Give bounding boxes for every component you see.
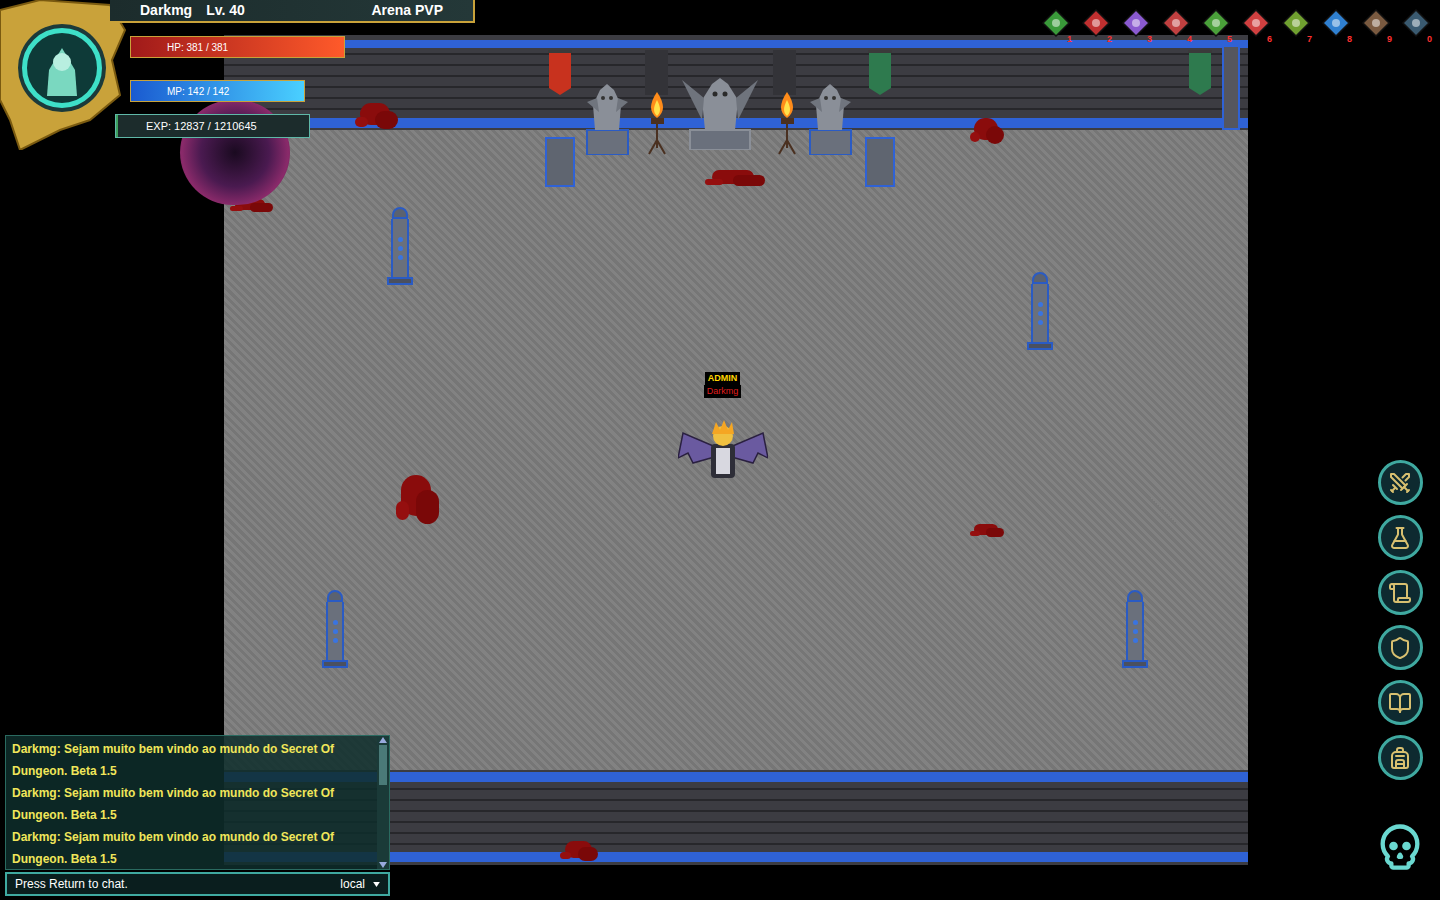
channel-select[interactable]: local [340,875,380,893]
hotbar-slot[interactable]: 6 [1241,8,1272,42]
hotbar-key: 3 [1147,34,1152,44]
torch-icon [645,90,670,155]
pedestal [545,137,575,187]
blood-splatter [396,460,446,535]
stone-pillar [387,207,413,285]
item-icon [1041,8,1071,38]
menu-button[interactable] [1378,735,1423,780]
blood-splatter [560,835,605,865]
item-icon [1201,8,1231,38]
stone-pillar [1027,272,1053,350]
hotbar-key: 7 [1307,34,1312,44]
hotbar-slot[interactable]: 8 [1321,8,1352,42]
hotbar-slot[interactable]: 9 [1361,8,1392,42]
hotbar-key: 8 [1347,34,1352,44]
wall-pillar [773,50,796,95]
game-screen: ADMINDarkmgDarkmgLv. 40Arena PVPHP: 381 … [0,0,1440,900]
emblem-icon [1374,820,1426,872]
avatar-icon [37,40,87,96]
hotbar-key: 2 [1107,34,1112,44]
item-icon [1321,8,1351,38]
stone-pillar [1122,590,1148,668]
hotbar: 1 2 3 4 5 6 7 8 9 0 [1041,8,1432,42]
hotbar-slot[interactable]: 0 [1401,8,1432,42]
mp-bar: MP: 142 / 142 [130,80,305,102]
gargoyle-statue-icon [680,70,760,150]
item-icon [1241,8,1271,38]
banner-icon [868,50,892,95]
hotbar-slot[interactable]: 2 [1081,8,1112,42]
item-icon [1121,8,1151,38]
menu-button[interactable] [1378,680,1423,725]
torch-icon [775,90,800,155]
item-icon [1361,8,1391,38]
wall-pillar [645,50,668,95]
wall-pillar [1222,45,1240,130]
chat-box: Darkmg: Sejam muito bem vindo ao mundo d… [5,735,390,896]
side-menu [1370,460,1430,883]
player[interactable]: ADMINDarkmg [670,372,775,483]
hotbar-slot[interactable]: 5 [1201,8,1232,42]
player-hud: Darkmg Lv. 40 Arena PVP HP: 381 / 381 MP: 14… [0,0,480,150]
item-icon [1401,8,1431,38]
exp-bar: EXP: 12837 / 1210645 [115,114,310,138]
chat-message: Darkmg: Sejam muito bem vindo ao mundo d… [12,782,377,826]
item-icon [1281,8,1311,38]
map-name: Arena PVP [371,0,443,21]
pedestal [865,137,895,187]
hotbar-key: 0 [1427,34,1432,44]
hotbar-slot[interactable]: 1 [1041,8,1072,42]
item-icon [1081,8,1111,38]
menu-icon [1388,691,1412,715]
menu-button[interactable] [1378,515,1423,560]
hotbar-slot[interactable]: 7 [1281,8,1312,42]
menu-icon [1388,471,1412,495]
chat-message: Darkmg: Sejam muito bem vindo ao mundo d… [12,738,377,782]
chat-message: Darkmg: Sejam muito bem vindo ao mundo d… [12,826,377,870]
hotbar-slot[interactable]: 4 [1161,8,1192,42]
player-sprite-icon [678,418,768,483]
menu-icon [1388,746,1412,770]
blood-splatter [970,110,1010,150]
menu-button[interactable] [1378,570,1423,615]
scroll-up-icon[interactable] [379,737,387,743]
player-name: Darkmg [704,385,742,398]
banner-icon [548,50,572,95]
hotbar-key: 6 [1267,34,1272,44]
hotbar-slot[interactable]: 3 [1121,8,1152,42]
blood-splatter [705,165,775,190]
menu-button[interactable] [1378,625,1423,670]
menu-icon [1388,636,1412,660]
stone-pillar [322,590,348,668]
hotbar-key: 5 [1227,34,1232,44]
exp-label: EXP: 12837 / 1210645 [116,118,257,135]
hp-label: HP: 381 / 381 [167,40,228,55]
item-icon [1161,8,1191,38]
chat-input[interactable]: Press Return to chat.local [5,872,390,896]
player-tag: ADMIN [705,372,741,385]
statue-icon [585,80,630,155]
mp-label: MP: 142 / 142 [167,84,229,99]
portrait[interactable] [22,28,102,108]
banner-icon [1188,50,1212,95]
chat-scrollbar[interactable] [377,736,389,869]
main-menu-button[interactable] [1370,808,1430,883]
menu-button[interactable] [1378,460,1423,505]
hp-bar: HP: 381 / 381 [130,36,345,58]
name-bar: Darkmg Lv. 40 Arena PVP [110,0,475,23]
menu-icon [1388,526,1412,550]
blood-splatter [970,520,1010,540]
player-level: Lv. 40 [206,0,245,21]
hotbar-key: 9 [1387,34,1392,44]
scroll-down-icon[interactable] [379,862,387,868]
hotbar-key: 4 [1187,34,1192,44]
chat-log: Darkmg: Sejam muito bem vindo ao mundo d… [5,735,390,870]
menu-icon [1388,581,1412,605]
blood-splatter [355,95,405,135]
player-name: Darkmg [140,0,192,21]
dropdown-arrow-icon [373,882,380,887]
chat-placeholder: Press Return to chat. [15,875,340,893]
statue-icon [808,80,853,155]
hotbar-key: 1 [1067,34,1072,44]
